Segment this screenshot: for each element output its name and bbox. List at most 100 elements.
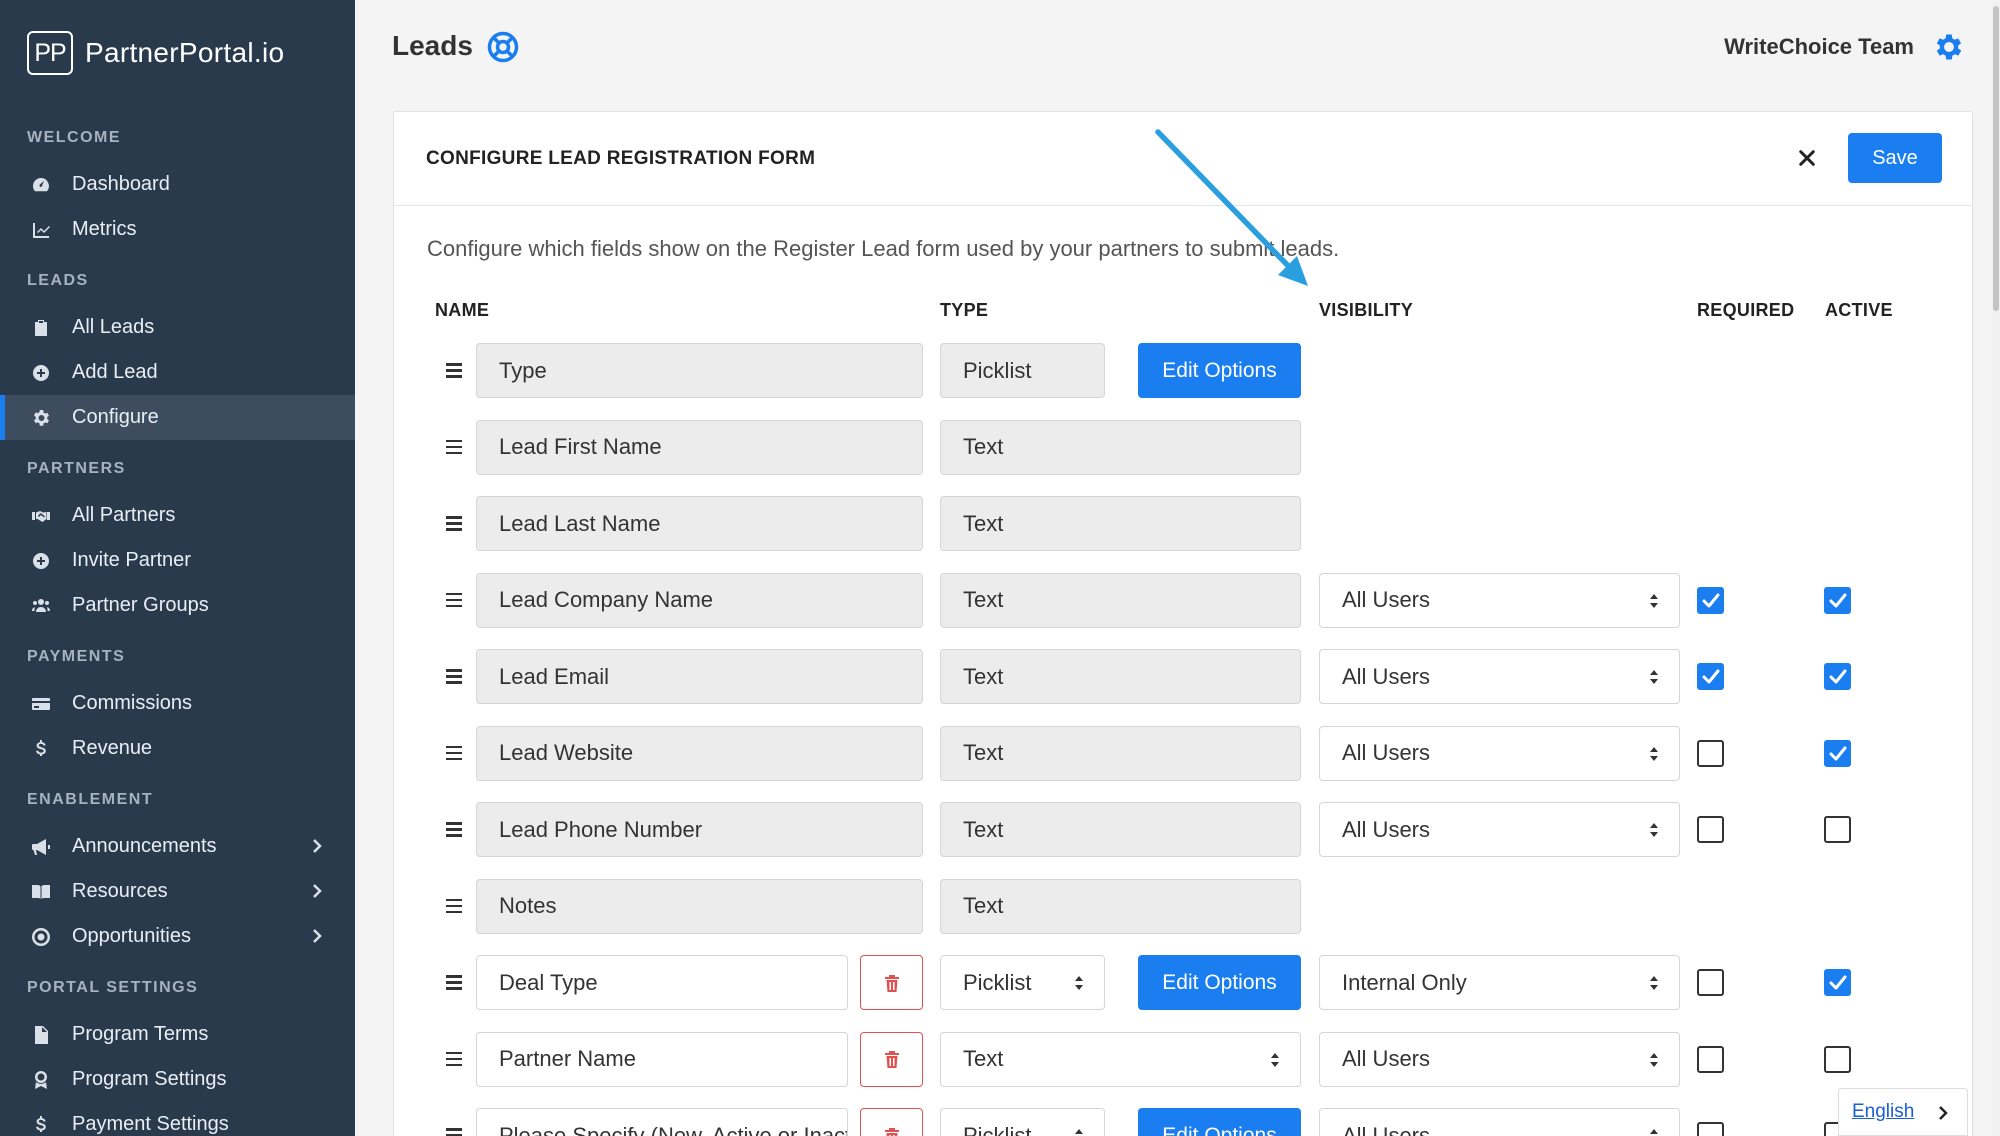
- sidebar-section-portal-settings: PORTAL SETTINGS: [27, 979, 199, 996]
- sidebar-item-announcements[interactable]: Announcements: [0, 824, 355, 869]
- language-switcher[interactable]: English: [1838, 1088, 1968, 1136]
- language-label[interactable]: English: [1852, 1101, 1914, 1123]
- sidebar-item-resources[interactable]: Resources: [0, 869, 355, 914]
- delete-field-button[interactable]: [860, 1031, 923, 1087]
- visibility-select[interactable]: All Users: [1319, 802, 1680, 857]
- chevron-right-icon: [307, 836, 327, 856]
- drag-handle-icon[interactable]: [446, 745, 462, 762]
- drag-handle-icon[interactable]: [446, 975, 462, 991]
- sidebar-item-label: Dashboard: [72, 173, 170, 195]
- field-name-input[interactable]: Please Specify (New, Active or Inactive): [476, 1108, 848, 1136]
- sidebar-item-dashboard[interactable]: Dashboard: [0, 162, 355, 207]
- active-checkbox[interactable]: [1824, 816, 1851, 843]
- drag-handle-icon[interactable]: [446, 822, 462, 838]
- field-name-input[interactable]: Partner Name: [476, 1031, 848, 1087]
- active-checkbox[interactable]: [1824, 586, 1851, 614]
- field-type-select[interactable]: Text: [940, 1031, 1301, 1087]
- sidebar: PP PartnerPortal.io WELCOME Dashboard Metr…: [0, 0, 355, 1136]
- visibility-select[interactable]: All Users: [1319, 1108, 1680, 1136]
- credit-card-icon: [30, 693, 52, 715]
- field-name-input: Lead First Name: [476, 419, 923, 475]
- sidebar-item-invite-partner[interactable]: Invite Partner: [0, 538, 355, 583]
- field-type-select[interactable]: Picklist: [940, 955, 1105, 1010]
- trash-icon: [884, 974, 899, 992]
- sidebar-item-commissions[interactable]: Commissions: [0, 681, 355, 726]
- field-row: Please Specify (New, Active or Inactive)…: [394, 1108, 1972, 1136]
- sidebar-item-revenue[interactable]: Revenue: [0, 726, 355, 771]
- chevron-right-icon: [307, 881, 327, 901]
- visibility-select[interactable]: All Users: [1319, 572, 1680, 628]
- team-name[interactable]: WriteChoice Team: [1724, 34, 1914, 60]
- field-row: Notes Text: [394, 878, 1972, 935]
- edit-options-button[interactable]: Edit Options: [1138, 1108, 1301, 1136]
- required-checkbox[interactable]: [1697, 816, 1724, 843]
- required-checkbox[interactable]: [1697, 586, 1724, 614]
- drag-handle-icon[interactable]: [446, 363, 462, 379]
- required-checkbox[interactable]: [1697, 739, 1724, 767]
- sidebar-item-partner-groups[interactable]: Partner Groups: [0, 583, 355, 628]
- edit-options-button[interactable]: Edit Options: [1138, 955, 1301, 1010]
- field-name-input[interactable]: Deal Type: [476, 955, 848, 1010]
- sidebar-item-all-partners[interactable]: All Partners: [0, 493, 355, 538]
- sidebar-item-program-settings[interactable]: Program Settings: [0, 1057, 355, 1102]
- drag-handle-icon[interactable]: [446, 439, 462, 456]
- drag-handle-icon[interactable]: [446, 898, 462, 915]
- drag-handle-icon[interactable]: [446, 516, 462, 532]
- visibility-select[interactable]: All Users: [1319, 1031, 1680, 1087]
- field-row: Lead Phone Number Text All Users: [394, 802, 1972, 858]
- sidebar-item-configure[interactable]: Configure: [0, 395, 355, 440]
- active-checkbox[interactable]: [1824, 739, 1851, 767]
- scrollbar[interactable]: [1992, 0, 2000, 1136]
- field-name-input: Lead Email: [476, 649, 923, 704]
- close-icon[interactable]: [1794, 145, 1820, 171]
- sidebar-item-label: Configure: [72, 406, 159, 428]
- field-row: Lead Email Text All Users: [394, 649, 1972, 705]
- visibility-select[interactable]: All Users: [1319, 725, 1680, 781]
- active-checkbox[interactable]: [1824, 969, 1851, 996]
- trash-icon: [884, 1127, 899, 1136]
- field-name-input: Type: [476, 343, 923, 398]
- lifebuoy-help-icon[interactable]: [487, 31, 519, 63]
- clipboard-icon: [30, 317, 52, 339]
- sidebar-item-label: Commissions: [72, 692, 193, 714]
- drag-handle-icon[interactable]: [446, 592, 462, 609]
- save-button[interactable]: Save: [1848, 133, 1942, 183]
- required-checkbox[interactable]: [1697, 663, 1724, 690]
- sidebar-item-label: Revenue: [72, 737, 153, 759]
- active-checkbox[interactable]: [1824, 663, 1851, 690]
- sidebar-item-add-lead[interactable]: Add Lead: [0, 350, 355, 395]
- visibility-select[interactable]: Internal Only: [1319, 955, 1680, 1010]
- drag-handle-icon[interactable]: [446, 1051, 462, 1068]
- target-icon: [30, 926, 52, 948]
- field-name-input: Lead Website: [476, 725, 923, 781]
- sidebar-item-opportunities[interactable]: Opportunities: [0, 914, 355, 959]
- field-row: Lead Last Name Text: [394, 496, 1972, 552]
- plus-circle-icon: [30, 362, 52, 384]
- field-type-select[interactable]: Picklist: [940, 1108, 1105, 1136]
- scrollbar-thumb[interactable]: [1993, 6, 1999, 311]
- sidebar-item-payment-settings[interactable]: Payment Settings: [0, 1102, 355, 1136]
- sidebar-item-label: Program Settings: [72, 1068, 227, 1090]
- field-name-input: Lead Company Name: [476, 572, 923, 628]
- delete-field-button[interactable]: [860, 1108, 923, 1136]
- required-checkbox[interactable]: [1697, 1122, 1724, 1136]
- required-checkbox[interactable]: [1697, 1045, 1724, 1073]
- sidebar-item-program-terms[interactable]: Program Terms: [0, 1012, 355, 1057]
- sidebar-item-metrics[interactable]: Metrics: [0, 207, 355, 252]
- gear-icon[interactable]: [1932, 30, 1966, 64]
- field-row: Type Picklist Edit Options: [394, 343, 1972, 399]
- delete-field-button[interactable]: [860, 955, 923, 1010]
- required-checkbox[interactable]: [1697, 969, 1724, 996]
- visibility-select[interactable]: All Users: [1319, 649, 1680, 704]
- megaphone-icon: [30, 836, 52, 858]
- plus-circle-icon: [30, 550, 52, 572]
- field-type-display: Picklist: [940, 343, 1105, 398]
- card-title: CONFIGURE LEAD REGISTRATION FORM: [426, 148, 816, 169]
- brand[interactable]: PP PartnerPortal.io: [27, 31, 284, 75]
- edit-options-button[interactable]: Edit Options: [1138, 343, 1301, 398]
- drag-handle-icon[interactable]: [446, 1128, 462, 1136]
- sidebar-section-payments: PAYMENTS: [27, 648, 126, 665]
- active-checkbox[interactable]: [1824, 1045, 1851, 1073]
- sidebar-item-all-leads[interactable]: All Leads: [0, 305, 355, 350]
- drag-handle-icon[interactable]: [446, 669, 462, 685]
